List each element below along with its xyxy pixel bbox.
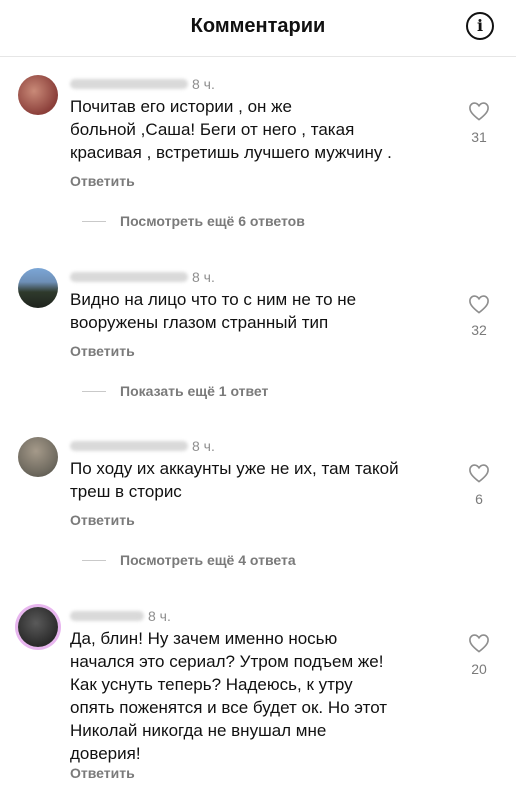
view-replies-label: Показать ещё 1 ответ [120,383,269,399]
avatar[interactable] [18,607,58,647]
comment-time: 8 ч. [148,608,171,624]
view-replies-label: Посмотреть ещё 4 ответа [120,552,296,568]
page-title: Комментарии [190,15,326,37]
view-replies-label: Посмотреть ещё 6 ответов [120,213,305,229]
comment-text: Почитав его истории , он же больной ,Саш… [70,97,392,162]
username-blurred[interactable] [70,441,188,451]
like-count: 32 [471,322,487,338]
divider [82,220,106,222]
comment-meta: 8 ч. [70,437,215,455]
comment-time: 8 ч. [192,269,215,285]
comment-text: По ходу их аккаунты уже не их, там такой… [70,459,399,501]
comment-text: Да, блин! Ну зачем именно носью начался … [70,629,388,763]
like-button[interactable]: 31 [466,101,492,145]
heart-icon [469,464,489,483]
username-blurred[interactable] [70,79,188,89]
like-button[interactable]: 20 [466,633,492,677]
reply-button[interactable]: Ответить [70,343,135,359]
heart-icon [469,295,489,314]
view-replies-button[interactable]: Посмотреть ещё 4 ответа [82,552,296,568]
like-count: 6 [475,491,483,507]
info-icon[interactable]: i [466,12,494,40]
username-blurred[interactable] [70,611,144,621]
view-replies-button[interactable]: Посмотреть ещё 6 ответов [82,213,305,229]
comment-meta: 8 ч. [70,268,215,286]
view-replies-button[interactable]: Показать ещё 1 ответ [82,383,268,399]
reply-button[interactable]: Ответить [70,765,135,781]
comment-meta: 8 ч. [70,607,171,625]
comment-time: 8 ч. [192,76,215,92]
header: Комментарии i [0,0,516,57]
username-blurred[interactable] [70,272,188,282]
like-button[interactable]: 32 [466,294,492,338]
avatar[interactable] [18,268,58,308]
comment-meta: 8 ч. [70,75,215,93]
divider [82,390,106,392]
avatar[interactable] [18,437,58,477]
reply-button[interactable]: Ответить [70,512,135,528]
comment-time: 8 ч. [192,438,215,454]
comment-text: Видно на лицо что то с ним не то не воор… [70,290,357,332]
heart-icon [469,102,489,121]
like-count: 20 [471,661,487,677]
like-button[interactable]: 6 [466,463,492,507]
heart-icon [469,634,489,653]
like-count: 31 [471,129,487,145]
avatar[interactable] [18,75,58,115]
divider [82,559,106,561]
reply-button[interactable]: Ответить [70,173,135,189]
